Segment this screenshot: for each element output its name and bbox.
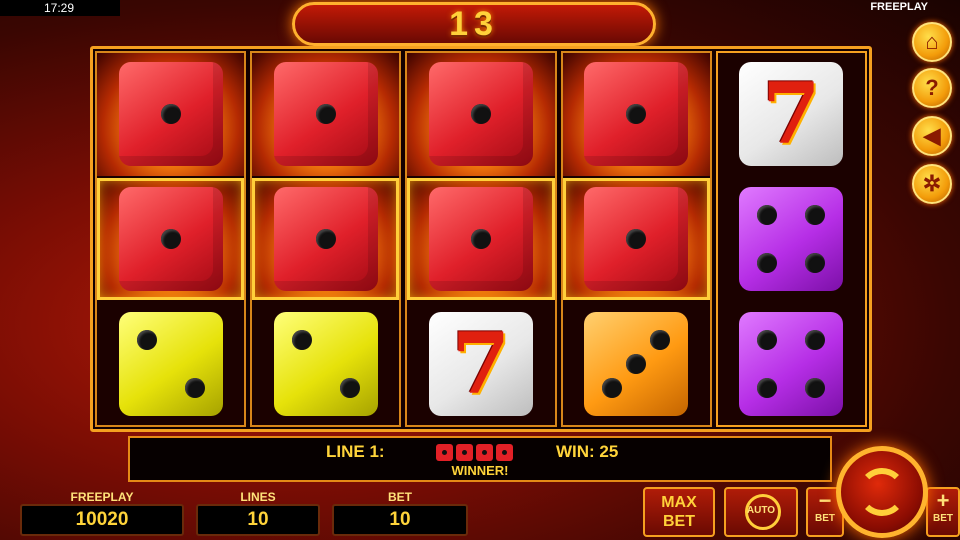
die-pip bbox=[184, 377, 205, 398]
autoplay-button[interactable]: AUTO bbox=[724, 487, 798, 537]
die-pip bbox=[291, 329, 312, 350]
purple-die-symbol bbox=[739, 187, 844, 291]
bet-increase-button[interactable]: + BET bbox=[926, 487, 960, 537]
mini-die-icon bbox=[476, 444, 493, 461]
sound-off-icon: ◀ bbox=[923, 123, 941, 148]
line-label: LINE 1: bbox=[326, 442, 385, 461]
die-pip bbox=[315, 229, 336, 249]
die-pip bbox=[805, 329, 826, 350]
die-pip bbox=[315, 104, 336, 125]
bet-value: 10 bbox=[332, 504, 468, 536]
lines-title: LINES bbox=[240, 490, 276, 504]
reel-cell: 7 bbox=[407, 302, 554, 425]
bet-title: BET bbox=[388, 490, 412, 504]
reel-grid: 77 bbox=[90, 46, 872, 432]
plus-icon: + bbox=[936, 488, 950, 513]
yellow-die-symbol bbox=[118, 311, 223, 416]
home-button[interactable]: ⌂ bbox=[912, 22, 952, 62]
die-pip bbox=[805, 205, 826, 225]
reel-cell bbox=[252, 53, 400, 176]
max-bet-label-2: BET bbox=[663, 513, 695, 530]
die-pip bbox=[160, 229, 181, 249]
reel-cell: 7 bbox=[718, 53, 865, 176]
red-die-symbol bbox=[429, 62, 533, 167]
purple-die-symbol bbox=[739, 311, 844, 416]
max-bet-label-1: MAX bbox=[661, 494, 697, 511]
die-pip bbox=[136, 329, 157, 350]
max-bet-button[interactable]: MAX BET bbox=[643, 487, 715, 537]
mini-die-icon bbox=[496, 444, 513, 461]
seven-die-symbol: 7 bbox=[429, 311, 533, 416]
mini-die-icon bbox=[456, 444, 473, 461]
bet-increase-label: BET bbox=[933, 513, 953, 524]
die-pip bbox=[757, 253, 778, 273]
reel-cell bbox=[407, 177, 555, 301]
mini-die-icon bbox=[436, 444, 453, 461]
die-pip bbox=[626, 229, 647, 249]
die-pip bbox=[805, 253, 826, 273]
win-info-bar: LINE 1: WIN: 25 WINNER! bbox=[128, 436, 832, 482]
die-pip bbox=[805, 377, 826, 398]
spin-button[interactable] bbox=[836, 446, 928, 538]
mode-indicator: FREEPLAY bbox=[870, 1, 928, 13]
bet-decrease-label: BET bbox=[815, 513, 835, 524]
red-die-symbol bbox=[118, 187, 223, 291]
settings-button[interactable]: ✲ bbox=[912, 164, 952, 204]
red-die-symbol bbox=[118, 62, 223, 167]
lines-value: 10 bbox=[196, 504, 320, 536]
red-die-symbol bbox=[584, 62, 689, 167]
autoplay-label: AUTO bbox=[746, 505, 776, 516]
red-die-symbol bbox=[584, 187, 689, 291]
red-die-symbol bbox=[429, 187, 533, 291]
freeplay-title: FREEPLAY bbox=[70, 490, 134, 504]
sound-button[interactable]: ◀ bbox=[912, 116, 952, 156]
winner-label: WINNER! bbox=[451, 463, 509, 478]
die-pip bbox=[626, 104, 647, 125]
reel-2 bbox=[250, 51, 402, 427]
reel-3: 7 bbox=[405, 51, 557, 427]
win-label: WIN: 25 bbox=[556, 442, 619, 461]
line-dice-icons bbox=[436, 444, 513, 461]
freespin-counter: 13 bbox=[292, 2, 656, 46]
reel-cell bbox=[252, 302, 399, 425]
seven-glyph: 7 bbox=[762, 64, 821, 164]
reel-1 bbox=[95, 51, 247, 427]
freeplay-balance: 10020 bbox=[20, 504, 184, 536]
die-pip bbox=[757, 329, 778, 350]
die-pip bbox=[471, 229, 491, 249]
reel-cell bbox=[97, 53, 245, 176]
home-icon: ⌂ bbox=[925, 29, 939, 54]
die-pip bbox=[160, 104, 181, 125]
red-die-symbol bbox=[273, 187, 378, 291]
spin-arrows-icon bbox=[858, 468, 906, 516]
die-pip bbox=[602, 377, 623, 398]
clock: 17:29 bbox=[0, 0, 120, 16]
reel-cell bbox=[563, 302, 710, 425]
reel-cell bbox=[252, 177, 400, 301]
help-button[interactable]: ? bbox=[912, 68, 952, 108]
die-pip bbox=[757, 377, 778, 398]
reel-cell bbox=[718, 178, 865, 301]
reel-5: 7 bbox=[715, 51, 868, 427]
reel-cell bbox=[97, 177, 245, 301]
die-pip bbox=[471, 104, 491, 125]
die-pip bbox=[650, 329, 671, 350]
gear-icon: ✲ bbox=[922, 171, 942, 196]
orange-die-symbol bbox=[584, 311, 689, 416]
die-pip bbox=[757, 205, 778, 225]
reel-4 bbox=[560, 51, 712, 427]
yellow-die-symbol bbox=[273, 311, 378, 416]
reel-cell bbox=[562, 177, 710, 301]
red-die-symbol bbox=[273, 62, 378, 167]
reel-cell bbox=[718, 302, 865, 425]
die-pip bbox=[626, 353, 647, 374]
counter-value: 13 bbox=[449, 5, 499, 43]
reel-cell bbox=[562, 53, 710, 176]
reel-cell bbox=[407, 53, 555, 176]
help-icon: ? bbox=[925, 75, 939, 100]
seven-glyph: 7 bbox=[451, 313, 511, 413]
reel-cell bbox=[97, 302, 244, 425]
seven-die-symbol: 7 bbox=[739, 62, 844, 167]
die-pip bbox=[339, 377, 360, 398]
